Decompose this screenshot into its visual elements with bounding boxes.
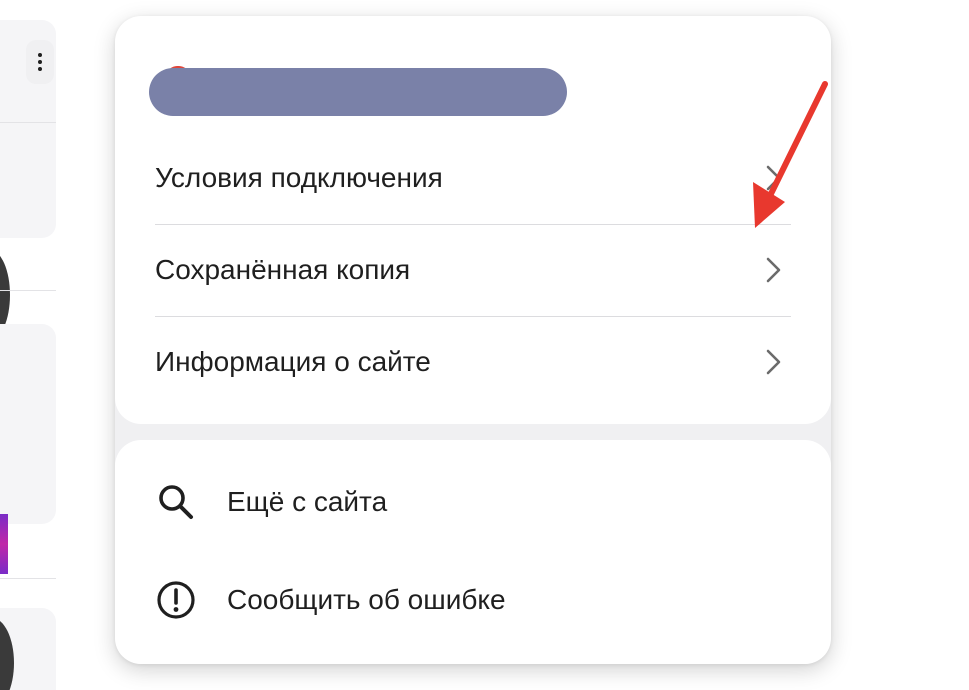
more-options-button[interactable]: [26, 40, 54, 84]
popup-main-card: Условия подключения Сохранённая копия Ин…: [115, 16, 831, 424]
annotation-arrow-icon: [753, 81, 828, 228]
result-divider: [0, 122, 56, 123]
result-card: [0, 324, 56, 524]
menu-item-connection-terms[interactable]: Условия подключения: [155, 132, 791, 224]
alert-circle-icon: [157, 581, 195, 619]
menu-item-site-info[interactable]: Информация о сайте: [155, 316, 791, 408]
action-label: Ещё с сайта: [227, 486, 388, 517]
menu-item-label: Сохранённая копия: [155, 254, 411, 285]
site-options-popup: Условия подключения Сохранённая копия Ин…: [115, 16, 831, 664]
menu-item-label: Условия подключения: [155, 162, 443, 193]
action-report-error[interactable]: Сообщить об ошибке: [155, 568, 775, 632]
page: Условия подключения Сохранённая копия Ин…: [0, 0, 969, 690]
result-thumbnail: [0, 514, 8, 574]
redacted-site-title: [149, 68, 567, 116]
popup-actions-card: Ещё с сайта Сообщить об ошибке: [115, 440, 831, 664]
result-divider: [0, 578, 56, 579]
kebab-dot: [38, 60, 42, 64]
kebab-dot: [38, 67, 42, 71]
result-divider: [0, 290, 56, 291]
search-icon: [159, 485, 193, 519]
kebab-dot: [38, 53, 42, 57]
action-label: Сообщить об ошибке: [227, 584, 506, 615]
action-more-from-site[interactable]: Ещё с сайта: [155, 470, 775, 534]
chevron-right-icon: [766, 349, 781, 375]
menu-item-saved-copy[interactable]: Сохранённая копия: [155, 224, 791, 316]
background-results-strip: [0, 0, 60, 690]
chevron-right-icon: [766, 257, 781, 283]
menu-item-label: Информация о сайте: [155, 346, 431, 377]
